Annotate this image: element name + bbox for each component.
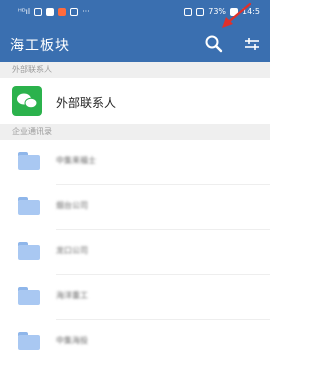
org-item-name: 龙口公司 <box>56 246 88 255</box>
status-left-icons: ᴴᴰıl ··· <box>18 7 90 16</box>
wechat-icon <box>12 86 42 116</box>
org-item-2[interactable]: 烟台公司 <box>0 185 270 229</box>
org-item-name: 海洋重工 <box>56 291 88 300</box>
org-item-name: 中集来福士 <box>56 156 96 165</box>
filter-button[interactable] <box>242 34 262 54</box>
folder-icon <box>18 287 40 305</box>
notification-icon <box>34 7 43 16</box>
page-title: 海工板块 <box>10 38 70 54</box>
message-icon <box>46 7 55 16</box>
app-icon <box>58 7 67 16</box>
folder-icon <box>18 197 40 215</box>
org-item-4[interactable]: 海洋重工 <box>0 275 270 319</box>
mute-icon <box>184 7 193 16</box>
folder-icon <box>18 242 40 260</box>
annotation-arrow <box>222 2 252 28</box>
org-item-3[interactable]: 龙口公司 <box>0 230 270 274</box>
org-item-1[interactable]: 中集来福士 <box>0 140 270 184</box>
section-org-directory: 企业通讯录 <box>0 124 270 140</box>
photo-icon <box>70 7 79 16</box>
org-item-name: 烟台公司 <box>56 201 88 210</box>
filter-icon <box>245 38 259 50</box>
org-item-name: 中集海投 <box>56 336 88 345</box>
search-button[interactable] <box>204 34 224 54</box>
folder-icon <box>18 332 40 350</box>
signal-text: ᴴᴰıl <box>18 7 31 16</box>
alarm-icon <box>196 7 205 16</box>
org-item-5[interactable]: 中集海投 <box>0 320 270 364</box>
section-external-contacts: 外部联系人 <box>0 62 270 78</box>
external-contacts-label: 外部联系人 <box>56 96 117 110</box>
search-icon <box>205 35 223 53</box>
folder-icon <box>18 152 40 170</box>
external-contacts-row[interactable]: 外部联系人 <box>0 78 270 124</box>
more-notifications: ··· <box>82 7 90 16</box>
